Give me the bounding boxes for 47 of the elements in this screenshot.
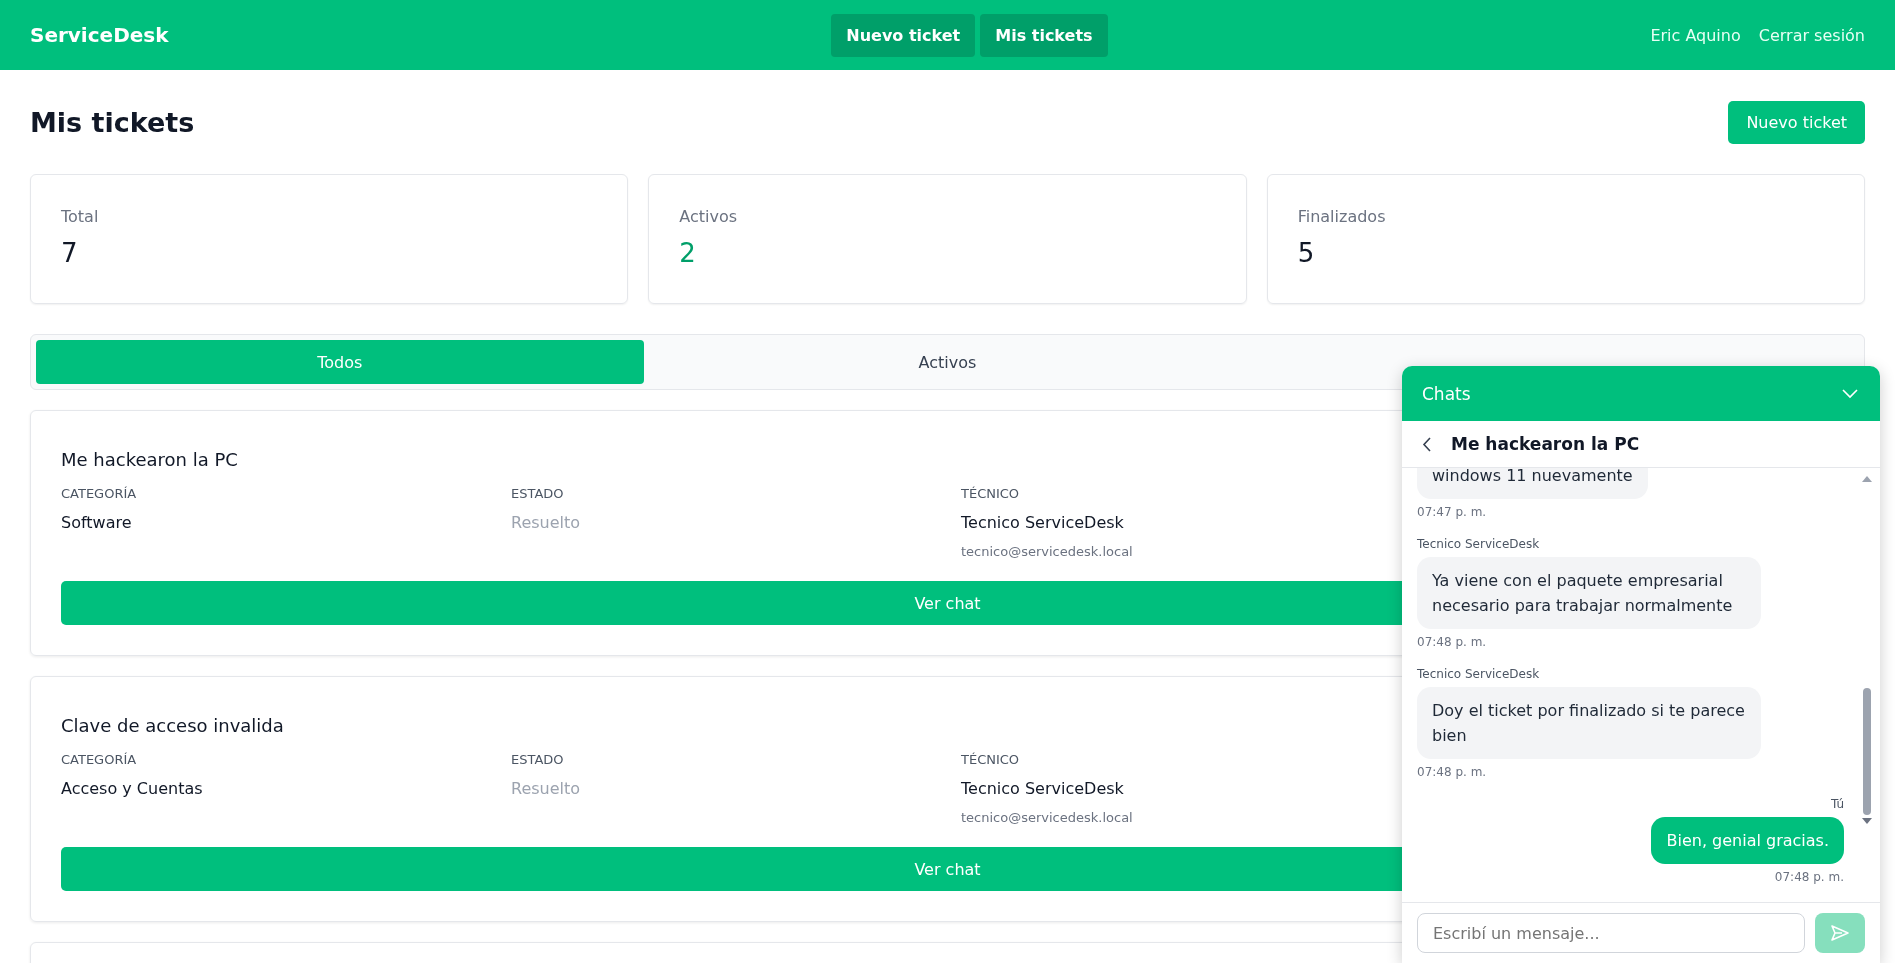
page-title: Mis tickets [30,106,195,138]
message-time: 07:48 p. m. [1417,765,1487,779]
stat-value: 2 [679,238,697,268]
ticket-title: Clave de acceso invalida [61,715,284,736]
sender-name: Tecnico ServiceDesk [1417,667,1540,681]
new-ticket-button[interactable]: Nuevo ticket [1728,100,1865,144]
chat-title: Chats [1422,383,1471,404]
message-time: 07:47 p. m. [1417,505,1487,519]
message-field[interactable]: Escribí un mensaje... [1417,913,1805,953]
stat-label: Total [61,207,100,226]
send-icon [1830,924,1850,942]
chevron-down-icon [1842,388,1858,399]
stat-label: Finalizados [1297,207,1387,226]
sender-name: Tú [1830,797,1844,811]
nav-button[interactable]: Mis tickets [980,13,1108,57]
technician-name: Tecnico ServiceDesk [961,779,1124,798]
field-label: TÉCNICO [961,752,1020,767]
brand-name[interactable]: ServiceDesk [30,23,169,47]
conversation-title: Me hackearon la PC [1451,434,1640,454]
nav-button[interactable]: Nuevo ticket [831,13,976,57]
logout-link[interactable]: Cerrar sesión [1758,25,1865,45]
field-label: TÉCNICO [961,486,1020,501]
ticket-title: Me hackearon la PC [61,449,238,470]
category-value: Software [61,513,132,532]
stat-label: Activos [679,207,739,226]
filter-tab[interactable]: Activos [643,340,1252,384]
message-bubble: Bien, genial gracias. [1651,817,1844,864]
user-name: Eric Aquino [1650,25,1741,45]
field-label: ESTADO [511,486,564,501]
technician-email: tecnico@servicedesk.local [961,544,1133,559]
stat-value: 7 [61,238,79,268]
technician-name: Tecnico ServiceDesk [961,513,1124,532]
technician-email: tecnico@servicedesk.local [961,810,1133,825]
message-bubble: Ya viene con el paquete empresarial necesario para trabajar normalmente [1417,557,1761,629]
category-value: Acceso y Cuentas [61,779,203,798]
status-value: Resuelto [511,513,581,532]
sender-name: Tecnico ServiceDesk [1417,537,1540,551]
message-bubble: windows 11 nuevamente [1417,468,1648,499]
stat-value: 5 [1297,238,1316,268]
field-label: CATEGORÍA [61,486,137,501]
field-label: ESTADO [511,752,564,767]
status-value: Resuelto [511,779,581,798]
message-time: 07:48 p. m. [1417,635,1487,649]
back-icon [1422,436,1431,452]
field-label: CATEGORÍA [61,752,137,767]
filter-tab[interactable]: Todos [36,340,644,384]
message-bubble: Doy el ticket por finalizado si te parece bien [1417,687,1761,759]
